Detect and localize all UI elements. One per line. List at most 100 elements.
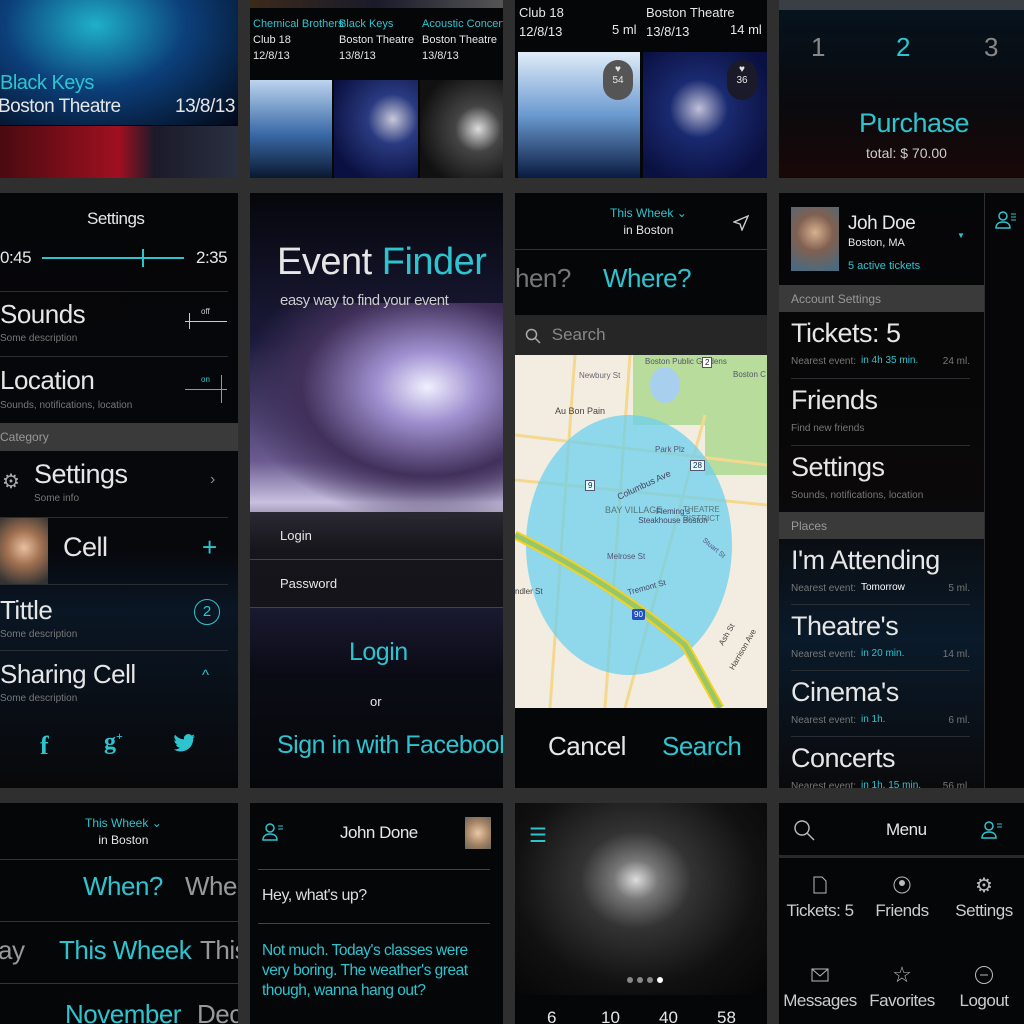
profile-header[interactable]: Joh Doe Boston, MA 5 active tickets ▼ bbox=[779, 193, 984, 285]
picker-option[interactable]: When bbox=[185, 871, 238, 902]
menu-item-label: I'm Attending bbox=[791, 545, 940, 575]
menu-item[interactable]: Tickets: 5 Nearest event: in 4h 35 min. 24… bbox=[791, 312, 970, 379]
profile-name: Joh Doe bbox=[848, 213, 916, 234]
distance: 5 ml. bbox=[948, 583, 970, 594]
menu-item-gear[interactable]: ⚙ Settings bbox=[943, 873, 1024, 921]
period-selector[interactable]: This Wheek ⌄ in Boston bbox=[85, 815, 162, 849]
menu-item-friends[interactable]: Friends bbox=[861, 873, 943, 921]
facebook-signin-button[interactable]: Sign in with Facebook bbox=[277, 731, 503, 760]
singer-photo[interactable] bbox=[334, 80, 418, 178]
nearest-event-time: in 4h 35 min. bbox=[861, 355, 919, 366]
event-venue: Boston Theatre bbox=[0, 96, 121, 117]
sounds-toggle[interactable]: off bbox=[185, 307, 227, 329]
menu-item-envelope[interactable]: Messages bbox=[779, 963, 861, 1011]
crowd-photo[interactable] bbox=[250, 80, 332, 178]
menu-item[interactable]: I'm Attending Nearest event: Tomorrow 5 ml… bbox=[791, 539, 970, 605]
page-indicator[interactable] bbox=[627, 977, 663, 983]
like-badge[interactable]: ♥ 54 bbox=[603, 60, 633, 100]
map-view[interactable]: Boston Public Gardens Newbury St Au Bon … bbox=[515, 355, 767, 708]
menu-title: Menu bbox=[886, 820, 927, 839]
time-slider[interactable] bbox=[42, 249, 184, 267]
count-4: 58 bbox=[717, 1008, 736, 1024]
page-dot[interactable] bbox=[657, 977, 663, 983]
menu-item[interactable]: Concerts Nearest event: in 1h. 15 min. 56 … bbox=[791, 737, 970, 788]
menu-item-ticket[interactable]: Tickets: 5 bbox=[779, 873, 861, 921]
cell-row[interactable]: Cell + bbox=[0, 518, 238, 584]
plus-icon[interactable]: + bbox=[202, 532, 217, 563]
cell-desc: Some info bbox=[34, 493, 80, 504]
menu-icon[interactable]: ☰ bbox=[529, 823, 547, 848]
picker-option[interactable]: Dec bbox=[197, 999, 238, 1024]
menu-item-label: Messages bbox=[783, 991, 857, 1010]
divider bbox=[779, 855, 1024, 858]
distance: 24 ml. bbox=[942, 356, 970, 367]
event-card-2[interactable]: Black Keys Boston Theatre 13/8/13 bbox=[339, 16, 414, 64]
picker-option-selected[interactable]: When? bbox=[83, 871, 163, 902]
location-toggle[interactable]: on bbox=[185, 373, 227, 403]
menu-item[interactable]: Settings Sounds, notifications, location bbox=[791, 446, 970, 513]
login-panel: Event Finder easy way to find your event… bbox=[250, 193, 503, 788]
event-card-3[interactable]: Acoustic Concert Boston Theatre 13/8/13 bbox=[422, 16, 503, 64]
picker-option[interactable]: ay bbox=[0, 935, 25, 966]
picker-option-selected[interactable]: This Wheek bbox=[59, 935, 192, 966]
top-photo-strip bbox=[250, 0, 503, 8]
like-count: 36 bbox=[736, 75, 748, 86]
menu-item[interactable]: Theatre's Nearest event: in 20 min. 14 ml. bbox=[791, 605, 970, 671]
facebook-icon[interactable]: f bbox=[40, 731, 49, 761]
page-dot[interactable] bbox=[647, 977, 653, 983]
picker-option[interactable]: This bbox=[200, 935, 238, 966]
divider bbox=[515, 249, 767, 250]
user-list-icon[interactable] bbox=[981, 821, 1003, 839]
like-badge[interactable]: ♥ 36 bbox=[727, 60, 757, 100]
tab-where[interactable]: Where? bbox=[603, 263, 692, 294]
quantity-3[interactable]: 3 bbox=[984, 32, 998, 63]
quantity-2[interactable]: 2 bbox=[896, 32, 910, 63]
picker-option-selected[interactable]: November bbox=[65, 999, 181, 1024]
menu-item-label: Theatre's bbox=[791, 611, 899, 641]
event-date: 13/8/13 bbox=[339, 50, 376, 62]
concert-stage-photo bbox=[250, 303, 503, 513]
menu-item-label: Friends bbox=[875, 901, 929, 920]
menu-item-logout[interactable]: Logout bbox=[943, 963, 1024, 1011]
settings-cell[interactable]: ⚙ Settings Some info › bbox=[0, 451, 238, 517]
search-bar[interactable]: Search bbox=[515, 315, 767, 355]
divider bbox=[0, 291, 228, 292]
quantity-1[interactable]: 1 bbox=[811, 32, 825, 63]
page-dot[interactable] bbox=[627, 977, 633, 983]
slider-handle[interactable] bbox=[142, 249, 144, 267]
sharing-cell[interactable]: Sharing Cell Some description ^ bbox=[0, 651, 238, 711]
twitter-icon[interactable] bbox=[174, 733, 196, 753]
menu-item[interactable]: Friends Find new friends bbox=[791, 379, 970, 446]
search-icon[interactable] bbox=[793, 819, 815, 841]
cancel-button[interactable]: Cancel bbox=[548, 731, 626, 762]
event-info-1[interactable]: Club 18 12/8/13 bbox=[519, 3, 564, 41]
login-button[interactable]: Login bbox=[349, 638, 408, 667]
location-arrow-icon[interactable] bbox=[733, 215, 749, 231]
profile-menu-panel: Joh Doe Boston, MA 5 active tickets ▼ Ac… bbox=[779, 193, 984, 788]
user-list-icon[interactable] bbox=[262, 823, 284, 841]
menu-item[interactable]: Cinema's Nearest event: in 1h. 6 ml. bbox=[791, 671, 970, 737]
event-card-1[interactable]: Chemical Brothers Club 18 12/8/13 bbox=[253, 16, 343, 64]
google-plus-icon[interactable]: g+ bbox=[104, 729, 123, 756]
caret-down-icon[interactable]: ▼ bbox=[957, 231, 965, 240]
count-badge: 2 bbox=[194, 599, 220, 625]
contact-avatar[interactable] bbox=[465, 817, 491, 849]
period-selector[interactable]: This Wheek ⌄ in Boston bbox=[610, 205, 687, 239]
user-list-icon[interactable] bbox=[995, 211, 1017, 229]
menu-item-star[interactable]: ☆ Favorites bbox=[861, 962, 943, 1011]
search-button[interactable]: Search bbox=[662, 731, 742, 762]
page-dot[interactable] bbox=[637, 977, 643, 983]
guitarist-photo[interactable] bbox=[420, 80, 503, 178]
event-hero-panel[interactable]: Black Keys Boston Theatre 13/8/13 bbox=[0, 0, 238, 178]
title-cell[interactable]: Tittle Some description 2 bbox=[0, 585, 238, 651]
map-label: Melrose St bbox=[607, 552, 646, 561]
login-input[interactable]: Login bbox=[250, 512, 503, 560]
event-info-2[interactable]: Boston Theatre 13/8/13 bbox=[646, 3, 735, 41]
toggle-state: on bbox=[201, 375, 210, 384]
password-input[interactable]: Password bbox=[250, 560, 503, 608]
tab-when[interactable]: hen? bbox=[515, 263, 571, 294]
places-list: I'm Attending Nearest event: Tomorrow 5 ml… bbox=[779, 539, 984, 788]
active-tickets: 5 active tickets bbox=[848, 260, 921, 272]
divider bbox=[258, 869, 490, 870]
purchase-button[interactable]: Purchase bbox=[859, 108, 970, 139]
